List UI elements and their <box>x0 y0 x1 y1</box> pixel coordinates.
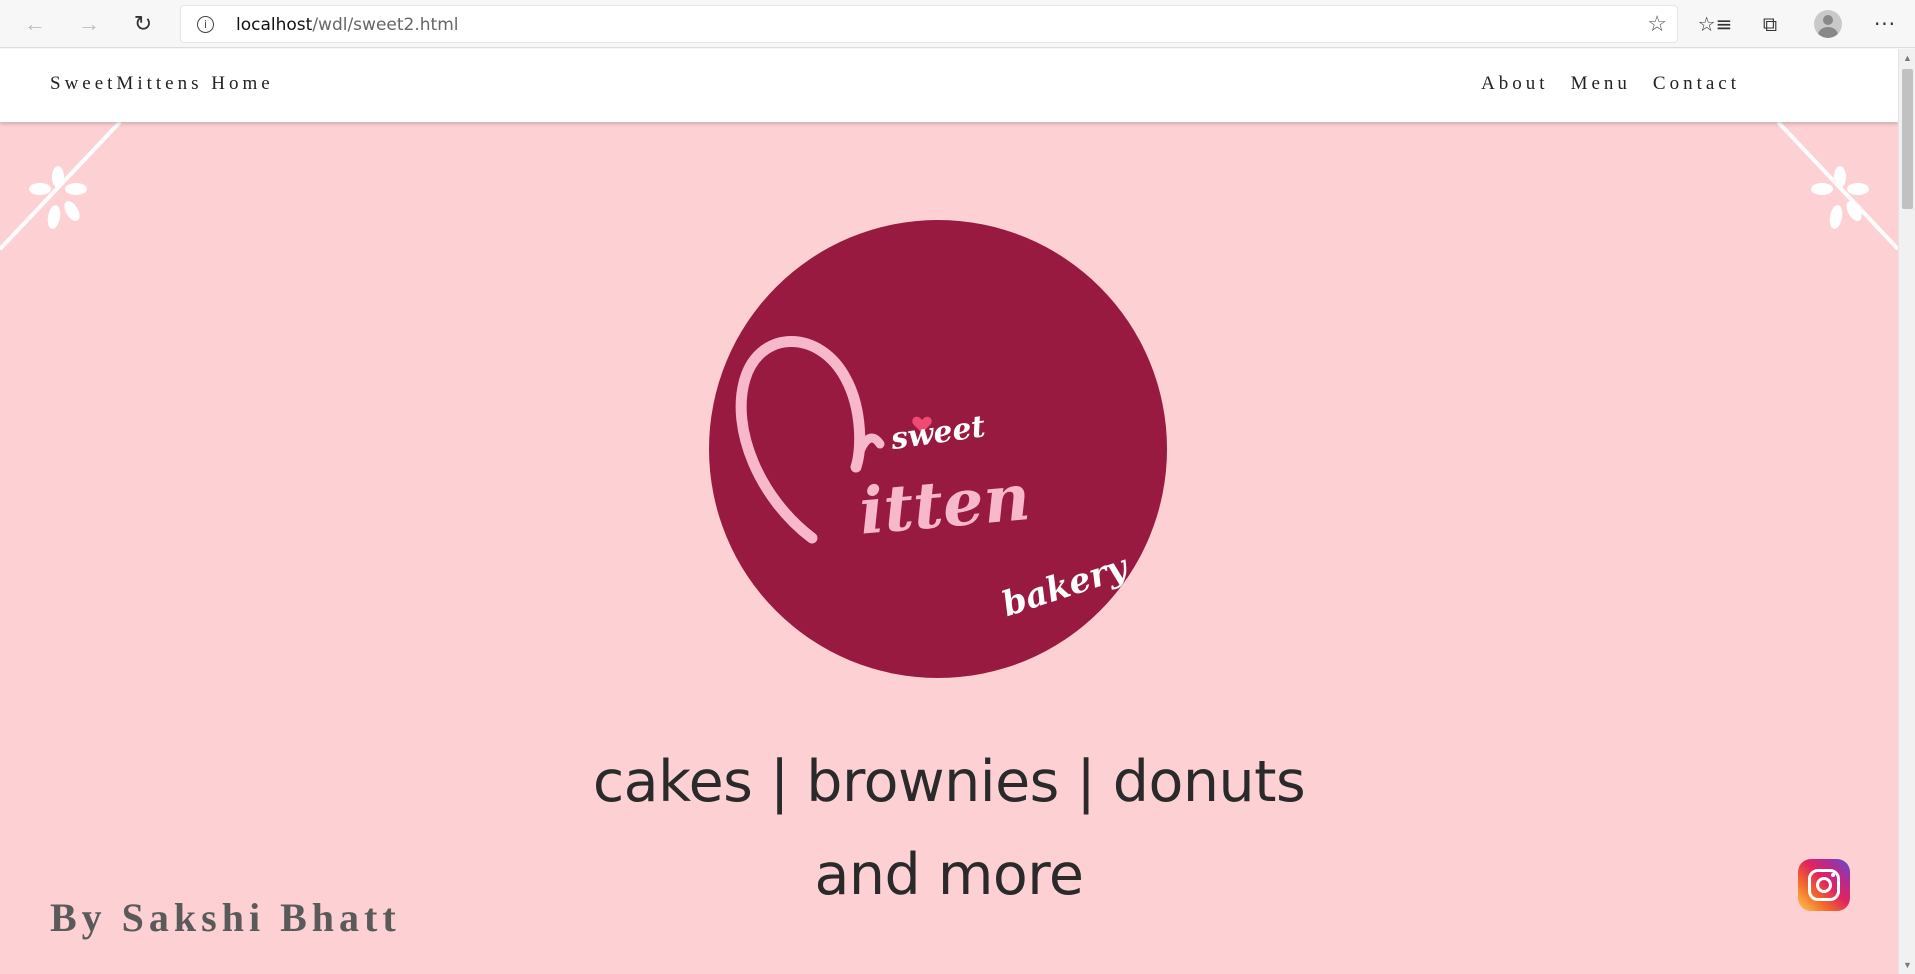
corner-decoration-right <box>1776 120 1898 251</box>
address-bar[interactable]: i localhost/wdl/sweet2.html ☆ <box>180 5 1678 43</box>
favorites-icon[interactable]: ☆≡ <box>1698 7 1733 41</box>
url-path: /wdl/sweet2.html <box>312 15 459 35</box>
more-icon[interactable]: ··· <box>1868 7 1902 41</box>
flower-icon <box>29 166 87 229</box>
profile-icon[interactable] <box>1814 10 1842 38</box>
url-text[interactable]: localhost/wdl/sweet2.html <box>236 15 458 35</box>
url-host: localhost <box>236 15 313 35</box>
flower-icon <box>1811 166 1869 229</box>
instagram-icon-dot <box>1831 873 1835 877</box>
back-arrow-icon[interactable]: ← <box>18 7 52 41</box>
brand-home-link[interactable]: SweetMittens Home <box>50 73 274 95</box>
nav-menu-link[interactable]: Menu <box>1571 73 1631 95</box>
hero-artwork: sweet itten bakery <box>0 120 1898 678</box>
scroll-down-arrow-icon[interactable]: ▼ <box>1899 958 1915 972</box>
tagline-products: cakes | brownies | donuts <box>592 749 1306 815</box>
nav-about-link[interactable]: About <box>1481 73 1549 95</box>
logo-mitten-text: itten <box>856 460 1033 550</box>
collections-icon[interactable]: ⧉ <box>1753 7 1787 41</box>
nav-contact-link[interactable]: Contact <box>1653 73 1740 95</box>
star-icon[interactable]: ☆ <box>1647 11 1667 37</box>
nav-menu: About Menu Contact <box>1481 73 1740 95</box>
corner-decoration-left <box>0 120 122 251</box>
instagram-icon[interactable] <box>1798 859 1850 911</box>
info-icon[interactable]: i <box>197 16 214 33</box>
bakery-logo: sweet itten bakery <box>709 220 1167 678</box>
site-navbar: SweetMittens Home About Menu Contact <box>0 49 1898 122</box>
browser-toolbar: ← → ↻ i localhost/wdl/sweet2.html ☆ ☆≡ ⧉… <box>0 0 1915 48</box>
instagram-icon-lens <box>1816 877 1832 893</box>
scroll-up-arrow-icon[interactable]: ▲ <box>1899 51 1915 65</box>
author-credit: By Sakshi Bhatt <box>50 895 401 940</box>
vertical-scrollbar[interactable]: ▲ ▼ <box>1898 49 1915 974</box>
page-viewport: sweet itten bakery SweetMittens Home Abo… <box>0 49 1898 974</box>
forward-arrow-icon[interactable]: → <box>72 7 106 41</box>
scroll-thumb[interactable] <box>1902 69 1913 209</box>
refresh-icon[interactable]: ↻ <box>126 7 160 41</box>
